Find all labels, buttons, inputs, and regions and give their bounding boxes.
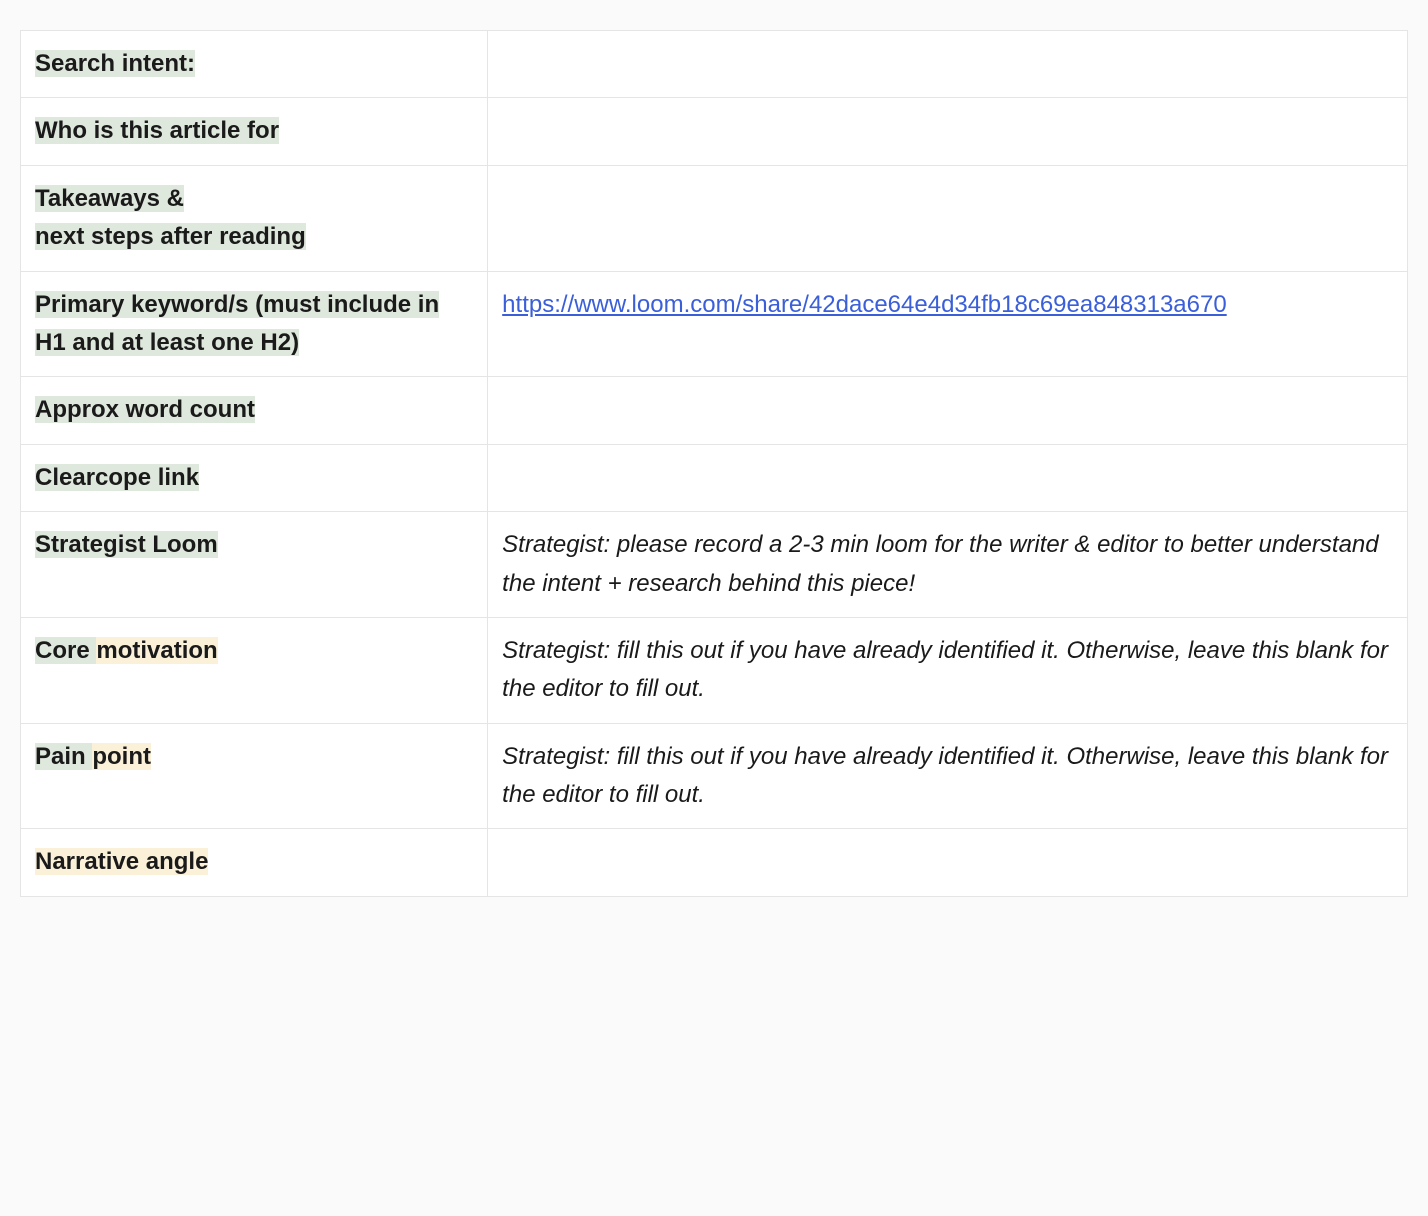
label-text: Primary keyword/s (must include in H1 an… bbox=[35, 291, 439, 356]
loom-link[interactable]: https://www.loom.com/share/42dace64e4d34… bbox=[502, 291, 1227, 318]
label-clearcope: Clearcope link bbox=[21, 444, 488, 511]
table-row: Search intent: bbox=[21, 31, 1408, 98]
label-word-count: Approx word count bbox=[21, 377, 488, 444]
label-text-part2: point bbox=[92, 743, 151, 770]
label-core-motivation: Core motivation bbox=[21, 617, 488, 723]
label-text-line1: Takeaways & bbox=[35, 185, 184, 212]
label-text: Approx word count bbox=[35, 396, 255, 423]
value-takeaways bbox=[488, 165, 1408, 271]
value-pain-point: Strategist: fill this out if you have al… bbox=[488, 723, 1408, 829]
value-core-motivation: Strategist: fill this out if you have al… bbox=[488, 617, 1408, 723]
label-text: Narrative angle bbox=[35, 848, 208, 875]
table-row: Pain point Strategist: fill this out if … bbox=[21, 723, 1408, 829]
table-row: Core motivation Strategist: fill this ou… bbox=[21, 617, 1408, 723]
label-text: Search intent: bbox=[35, 50, 195, 77]
table-row: Who is this article for bbox=[21, 98, 1408, 165]
label-text-part2: motivation bbox=[96, 637, 217, 664]
label-text-part1: Pain bbox=[35, 743, 92, 770]
label-search-intent: Search intent: bbox=[21, 31, 488, 98]
label-narrative-angle: Narrative angle bbox=[21, 829, 488, 896]
table-row: Primary keyword/s (must include in H1 an… bbox=[21, 271, 1408, 377]
table-row: Strategist Loom Strategist: please recor… bbox=[21, 512, 1408, 618]
table-row: Clearcope link bbox=[21, 444, 1408, 511]
label-text-line2: next steps after reading bbox=[35, 223, 306, 250]
label-takeaways: Takeaways & next steps after reading bbox=[21, 165, 488, 271]
value-primary-keyword: https://www.loom.com/share/42dace64e4d34… bbox=[488, 271, 1408, 377]
content-brief-table: Search intent: Who is this article for T… bbox=[20, 30, 1408, 897]
table-row: Narrative angle bbox=[21, 829, 1408, 896]
label-primary-keyword: Primary keyword/s (must include in H1 an… bbox=[21, 271, 488, 377]
label-pain-point: Pain point bbox=[21, 723, 488, 829]
table-row: Approx word count bbox=[21, 377, 1408, 444]
label-audience: Who is this article for bbox=[21, 98, 488, 165]
label-text: Who is this article for bbox=[35, 117, 279, 144]
table-row: Takeaways & next steps after reading bbox=[21, 165, 1408, 271]
label-text: Strategist Loom bbox=[35, 531, 218, 558]
value-strategist-loom: Strategist: please record a 2-3 min loom… bbox=[488, 512, 1408, 618]
value-narrative-angle bbox=[488, 829, 1408, 896]
value-search-intent bbox=[488, 31, 1408, 98]
label-text: Clearcope link bbox=[35, 464, 199, 491]
value-word-count bbox=[488, 377, 1408, 444]
value-clearcope bbox=[488, 444, 1408, 511]
label-strategist-loom: Strategist Loom bbox=[21, 512, 488, 618]
label-text-part1: Core bbox=[35, 637, 96, 664]
value-audience bbox=[488, 98, 1408, 165]
